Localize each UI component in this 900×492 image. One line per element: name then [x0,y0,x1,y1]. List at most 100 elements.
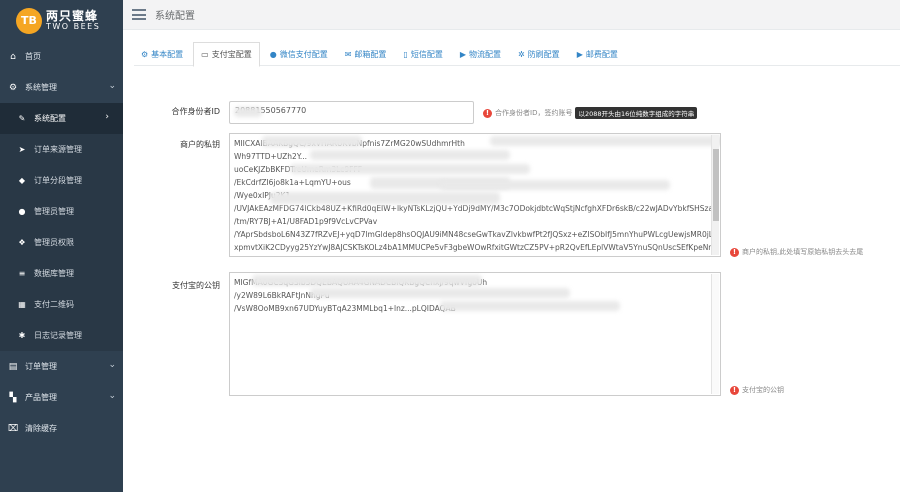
redaction-blur [234,107,262,117]
private-key-label: 商户的私钥 [180,140,220,149]
card-icon: ▭ [201,50,209,59]
private-key-hint: ! 商户的私钥,此处填写原始私钥去头去尾 [730,247,863,257]
sidebar-item-label: 产品管理 [25,393,57,402]
sidebar-item-label: 清除缓存 [25,424,57,433]
tab-label: 微信支付配置 [279,49,328,59]
page-title: 系统配置 [155,11,195,22]
sidebar-subitem-log[interactable]: ✱ 日志记录管理 [0,320,123,351]
redaction-blur [262,136,362,147]
clear-cache-icon: ⌧ [7,423,19,434]
sidebar-subitem-database[interactable]: ≡ 数据库管理 [0,258,123,289]
sidebar-subitem-order-segment[interactable]: ◆ 订单分段管理 [0,165,123,196]
warning-icon: ! [730,247,739,257]
tab-sms-config[interactable]: ▯ 短信配置 [396,42,449,66]
alipay-public-key-label: 支付宝的公钥 [172,281,220,290]
sidebar-item-label: 支付二维码 [34,300,74,309]
tab-label: 邮箱配置 [354,49,387,59]
truck-icon: ▶ [576,49,583,59]
sidebar-item-label: 订单分段管理 [34,176,82,185]
sidebar-item-label: 系统管理 [25,83,57,92]
alipay-public-key-textarea[interactable]: MIGfMA0GCSqGSIb3DQEBAQUAA4GNADCBiQKBgQCn… [229,272,721,396]
redaction-blur [490,136,720,146]
partner-id-value: 20881550567770 [235,106,307,115]
logo-subtitle: TWO BEES [46,21,101,31]
sidebar: TB 两只蜜蜂 TWO BEES ⌂ 首页 ⚙ 系统管理 ⌄ ✎ 系统配置 › … [0,0,123,492]
log-icon: ✱ [18,331,26,340]
gear-icon: ⚙ [8,82,18,93]
tab-postage-config[interactable]: ▶ 邮费配置 [570,42,625,66]
sidebar-subitem-system-config[interactable]: ✎ 系统配置 › [0,103,123,134]
logo[interactable]: TB 两只蜜蜂 TWO BEES [0,0,123,41]
mail-icon: ✉ [344,49,352,59]
textarea-scrollbar[interactable] [711,274,719,394]
sidebar-item-label: 首页 [25,52,41,61]
logo-badge: TB [16,7,42,34]
private-key-textarea[interactable]: MIICXAIBAAKBgQC/9xVHARUKvbNpfnis7ZrMG20w… [229,133,721,257]
sidebar-item-product-management[interactable]: ▚ 产品管理 ⌄ [0,382,123,413]
chevron-down-icon: ⌄ [108,360,116,370]
redaction-blur [252,275,482,286]
hint-text: 商户的私钥,此处填写原始私钥去头去尾 [742,248,864,256]
chevron-right-icon: › [105,112,109,122]
sidebar-subitem-admin-management[interactable]: ● 管理员管理 [0,196,123,227]
tab-basic-config[interactable]: ⚙ 基本配置 [134,42,190,66]
hint-tag: 以2088开头由16位纯数字组成的字符串 [575,107,698,119]
user-icon: ● [18,207,26,216]
textarea-line: /tm/RY7BJ+A1/U8FAD1p9f9VcLvCPVav [234,217,378,226]
redaction-blur [440,301,620,311]
tab-label: 基本配置 [151,49,184,59]
order-icon: ▤ [8,361,18,372]
sidebar-item-label: 订单来源管理 [34,145,82,154]
partner-id-label: 合作身份者ID [171,107,220,116]
sidebar-item-label: 日志记录管理 [34,331,82,340]
scroll-thumb[interactable] [713,149,719,221]
redaction-blur [310,150,510,160]
sliders-icon: ⚙ [141,49,149,59]
tab-label: 支付宝配置 [211,50,252,59]
tab-label: 邮费配置 [585,49,618,59]
wechat-icon: ● [269,49,277,59]
textarea-line: xpmvtXiK2CDyyg25YzYwJ8AJCSKTsKOLz4bA1MMU… [234,243,716,252]
tab-label: 防刷配置 [527,49,560,59]
textarea-line: /YAprSbdsboL6N43Z7fRZvEJ+yqD7lmGldep8hsO… [234,230,716,239]
chevron-down-icon: ⌄ [108,81,116,91]
tab-anti-fraud-config[interactable]: ✲ 防刷配置 [511,42,567,66]
tab-email-config[interactable]: ✉ 邮箱配置 [338,42,394,66]
sidebar-subitem-admin-permissions[interactable]: ❖ 管理员权限 [0,227,123,258]
tab-logistics-config[interactable]: ▶ 物流配置 [453,42,508,66]
sidebar-item-order-management[interactable]: ▤ 订单管理 ⌄ [0,351,123,382]
redaction-blur [440,180,670,190]
truck-icon: ▶ [459,49,466,59]
sidebar-item-label: 管理员权限 [34,238,74,247]
sidebar-item-label: 系统配置 [34,114,66,123]
home-icon: ⌂ [10,51,16,62]
hint-text: 合作身份者ID，签约账号 [495,109,573,117]
database-icon: ≡ [18,269,26,278]
partner-id-input[interactable]: 20881550567770 [229,101,474,124]
tab-label: 短信配置 [410,49,443,59]
hint-text: 支付宝的公钥 [742,386,784,394]
warning-icon: ! [483,108,492,118]
tab-label: 物流配置 [468,49,501,59]
sidebar-subitem-payment-qrcode[interactable]: ▦ 支付二维码 [0,289,123,320]
sidebar-item-label: 数据库管理 [34,269,74,278]
mobile-icon: ▯ [403,49,408,59]
logo-name: 两只蜜蜂 [46,9,99,23]
sidebar-subitem-order-source[interactable]: ➤ 订单来源管理 [0,134,123,165]
send-icon: ➤ [18,145,26,154]
redaction-blur [310,288,570,298]
tab-alipay-config[interactable]: ▭ 支付宝配置 [193,42,260,67]
menu-toggle-icon[interactable] [132,9,146,20]
partner-id-hint: ! 合作身份者ID，签约账号 以2088开头由16位纯数字组成的字符串 [483,107,698,119]
sidebar-item-home[interactable]: ⌂ 首页 [0,41,123,72]
users-icon: ❖ [18,238,26,247]
sidebar-item-label: 订单管理 [25,362,57,371]
config-tabs: ⚙ 基本配置 ▭ 支付宝配置 ● 微信支付配置 ✉ 邮箱配置 ▯ 短信配置 ▶ … [134,42,900,67]
sidebar-item-system-management[interactable]: ⚙ 系统管理 ⌄ [0,72,123,103]
redaction-blur [270,192,500,204]
shield-icon: ✲ [517,49,525,59]
sidebar-item-clear-cache[interactable]: ⌧ 清除缓存 [0,413,123,444]
textarea-scrollbar[interactable] [711,135,719,255]
sidebar-item-label: 管理员管理 [34,207,74,216]
tab-wechat-pay-config[interactable]: ● 微信支付配置 [263,42,335,66]
